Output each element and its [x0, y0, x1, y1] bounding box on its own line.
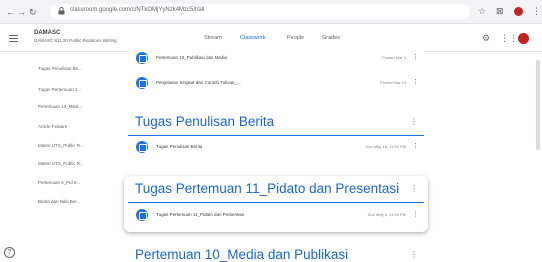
material-icon: [136, 77, 148, 89]
material-title: Penjelasan Singkat dan Contoh Tulisan_..…: [156, 80, 241, 85]
tab-grades[interactable]: Grades: [322, 35, 340, 41]
more-options-icon[interactable]: ⋮: [412, 142, 419, 150]
settings-icon[interactable]: ⚙: [482, 33, 490, 44]
class-title[interactable]: DAMASC: [34, 30, 60, 36]
material-title: Pertemuan 10_Publikasi dan Media: [156, 55, 228, 60]
topic-title[interactable]: Tugas Pertemuan 11_Pidato dan Presentasi: [135, 181, 399, 196]
assignment-item[interactable]: Tugas Penulisan Berita Due May 16, 11:59…: [128, 137, 424, 157]
assignment-title: Tugas Pertemuan 11_Pidato dan Presentasi: [156, 212, 245, 217]
more-options-icon[interactable]: ⋮: [412, 78, 419, 86]
avatar[interactable]: [518, 33, 529, 44]
topic-divider: [128, 135, 424, 136]
lock-icon: [58, 7, 65, 15]
tab-people[interactable]: People: [287, 35, 304, 41]
material-item[interactable]: Penjelasan Singkat dan Contoh Tulisan_..…: [128, 73, 424, 93]
material-item[interactable]: Pertemuan 10_Publikasi dan Media Posted …: [128, 48, 424, 68]
scrollbar[interactable]: [536, 60, 540, 150]
star-icon[interactable]: ☆: [478, 6, 486, 16]
forward-icon[interactable]: →: [17, 7, 26, 17]
sidebar-item-topic[interactable]: Article Feature: [38, 124, 67, 129]
sidebar-item-topic[interactable]: Materi UTS_Public R...: [38, 161, 84, 166]
hamburger-icon[interactable]: [9, 35, 18, 42]
tab-stream[interactable]: Stream: [204, 35, 222, 41]
address-bar[interactable]: classroom.google.com/c/NTkOMjYyNzk4Mzc5/…: [50, 4, 470, 19]
assignment-icon: [136, 141, 148, 153]
sidebar-item-topic[interactable]: Tugas Penulisan Be...: [38, 66, 82, 71]
assignment-item[interactable]: Tugas Pertemuan 11_Pidato dan Presentasi…: [128, 205, 424, 225]
material-date: Posted Mar 24: [379, 80, 406, 85]
assignment-icon: [136, 209, 148, 221]
more-options-icon[interactable]: ⋮: [412, 53, 419, 61]
sidebar-item-topic[interactable]: Pertemuan 10_Medi...: [38, 104, 82, 109]
topic-divider: [128, 202, 424, 203]
sidebar-item-topic[interactable]: Pertemuan 6_Pid 9...: [38, 180, 80, 185]
topic-more-icon[interactable]: ⋮: [410, 184, 418, 193]
extension-icon[interactable]: ⊠: [496, 6, 504, 16]
sidebar-item-topic[interactable]: Tugas Pertemuan 1...: [38, 87, 81, 92]
more-options-icon[interactable]: ⋮: [412, 210, 419, 218]
topic-title[interactable]: Tugas Penulisan Berita: [135, 114, 274, 129]
topic-title[interactable]: Pertemuan 10_Media dan Publikasi: [135, 247, 348, 262]
sidebar-item-topic[interactable]: Materi UTS_Public R...: [38, 143, 84, 148]
assignment-due: Due May 16, 11:59 PM: [365, 144, 406, 149]
assignment-title: Tugas Penulisan Berita: [156, 144, 203, 149]
browser-toolbar: ← → ↻ classroom.google.com/c/NTkOMjYyNzk…: [0, 0, 542, 24]
help-icon[interactable]: ?: [4, 247, 15, 258]
sidebar-item-topic[interactable]: Berita dan Nilai Ber...: [38, 199, 80, 204]
assignment-due: Due May 9, 11:59 PM: [367, 212, 406, 217]
reload-icon[interactable]: ↻: [29, 7, 37, 17]
profile-icon[interactable]: [514, 7, 523, 16]
url-text: classroom.google.com/c/NTkOMjYyNzk4Mzc5/…: [70, 7, 205, 13]
menu-icon[interactable]: ⋮: [532, 6, 541, 16]
class-subtitle: DAMASC 811 20 Public Relations Writing: [34, 38, 117, 43]
topic-more-icon[interactable]: ⋮: [410, 250, 418, 259]
topic-more-icon[interactable]: ⋮: [410, 117, 418, 126]
apps-grid-icon[interactable]: ⋮⋮: [500, 33, 518, 44]
tab-classwork[interactable]: Classwork: [240, 35, 265, 41]
material-icon: [136, 52, 148, 64]
back-icon[interactable]: ←: [6, 7, 15, 17]
material-date: Posted Mar 2: [382, 55, 406, 60]
